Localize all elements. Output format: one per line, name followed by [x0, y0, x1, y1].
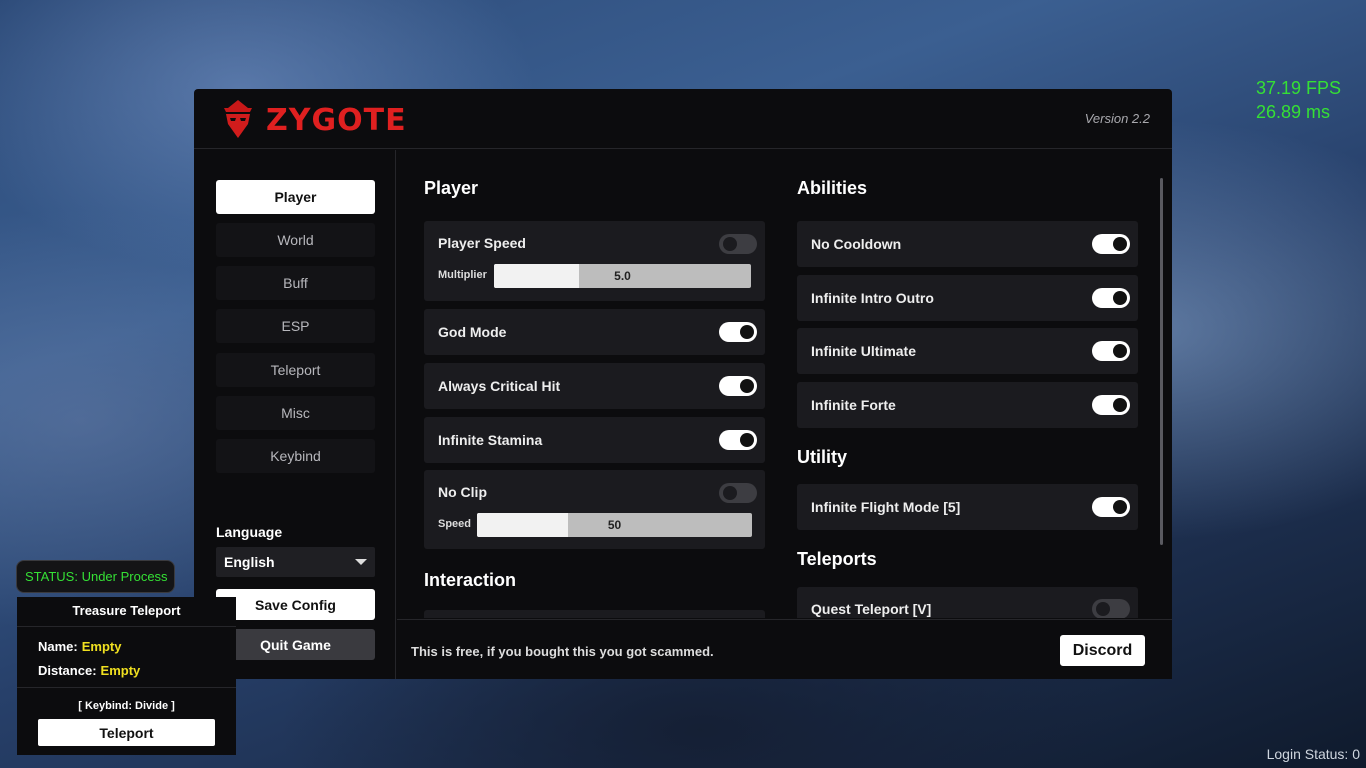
critical-hit-card: Always Critical Hit [424, 363, 765, 409]
interaction-card [424, 610, 765, 618]
player-speed-toggle[interactable] [719, 234, 757, 254]
flight-mode-label: Infinite Flight Mode [5] [811, 499, 961, 515]
infinite-forte-toggle[interactable] [1092, 395, 1130, 415]
quest-teleport-card: Quest Teleport [V] [797, 587, 1138, 618]
language-select[interactable]: English [216, 547, 375, 577]
no-clip-speed-value: 50 [607, 518, 622, 532]
sidebar-item-teleport[interactable]: Teleport [216, 353, 375, 387]
cheat-menu-window: ZYGOTE Version 2.2 Player World Buff ESP… [194, 89, 1172, 679]
player-speed-label: Player Speed [438, 235, 526, 251]
content-panel: Player Player Speed Multiplier 5.0 God M… [397, 150, 1172, 618]
latency-readout: 26.89 ms [1256, 102, 1331, 122]
utility-section-title: Utility [797, 447, 848, 467]
caret-down-icon [355, 559, 367, 565]
multiplier-label: Multiplier [438, 269, 487, 281]
no-clip-speed-label: Speed [438, 518, 472, 530]
intro-outro-label: Infinite Intro Outro [811, 290, 934, 306]
no-clip-toggle[interactable] [719, 483, 757, 503]
infinite-ultimate-label: Infinite Ultimate [811, 343, 917, 359]
language-label: Language [216, 524, 283, 540]
brand-logo: ZYGOTE [218, 98, 407, 142]
no-clip-label: No Clip [438, 484, 487, 500]
treasure-teleport-panel: Treasure Teleport Name: Empty Distance: Em… [17, 597, 236, 755]
performance-overlay: 37.19 FPS 26.89 ms [1256, 76, 1341, 124]
infinite-stamina-toggle[interactable] [719, 430, 757, 450]
teleport-button[interactable]: Teleport [38, 719, 215, 746]
sidebar-item-esp[interactable]: ESP [216, 309, 375, 343]
flight-mode-card: Infinite Flight Mode [5] [797, 484, 1138, 530]
no-cooldown-label: No Cooldown [811, 236, 902, 252]
version-label: Version 2.2 [1084, 111, 1150, 126]
infinite-forte-label: Infinite Forte [811, 397, 896, 413]
flight-mode-toggle[interactable] [1092, 497, 1130, 517]
god-mode-label: God Mode [438, 324, 507, 340]
fps-readout: 37.19 FPS [1256, 78, 1342, 98]
no-cooldown-card: No Cooldown [797, 221, 1138, 267]
sidebar-item-keybind[interactable]: Keybind [216, 439, 375, 473]
window-footer: This is free, if you bought this you got… [397, 619, 1172, 679]
treasure-name-value: Empty [81, 639, 122, 654]
content-scrollbar[interactable] [1160, 178, 1163, 545]
teleports-section-title: Teleports [797, 549, 877, 569]
quest-teleport-label: Quest Teleport [V] [811, 601, 932, 617]
treasure-name-label: Name: [38, 639, 78, 654]
god-mode-toggle[interactable] [719, 322, 757, 342]
intro-outro-toggle[interactable] [1092, 288, 1130, 308]
infinite-stamina-card: Infinite Stamina [424, 417, 765, 463]
sidebar-item-buff[interactable]: Buff [216, 266, 375, 300]
player-section-title: Player [424, 178, 479, 198]
treasure-distance-value: Empty [100, 663, 141, 678]
scam-notice: This is free, if you bought this you got… [411, 644, 714, 659]
critical-hit-label: Always Critical Hit [438, 378, 561, 394]
no-cooldown-toggle[interactable] [1092, 234, 1130, 254]
abilities-section-title: Abilities [797, 178, 868, 198]
quit-game-button[interactable]: Quit Game [216, 629, 375, 660]
login-status: Login Status: 0 [1266, 746, 1360, 762]
multiplier-value: 5.0 [614, 269, 631, 283]
treasure-distance-row: Distance: Empty [38, 663, 140, 678]
sidebar-item-player[interactable]: Player [216, 180, 375, 214]
infinite-ultimate-toggle[interactable] [1092, 341, 1130, 361]
quest-teleport-toggle[interactable] [1092, 599, 1130, 618]
critical-hit-toggle[interactable] [719, 376, 757, 396]
discord-button[interactable]: Discord [1060, 635, 1145, 666]
intro-outro-card: Infinite Intro Outro [797, 275, 1138, 321]
status-badge: STATUS: Under Process [16, 560, 175, 593]
infinite-stamina-label: Infinite Stamina [438, 432, 543, 448]
window-header: ZYGOTE Version 2.2 [194, 89, 1172, 149]
infinite-forte-card: Infinite Forte [797, 382, 1138, 428]
treasure-name-row: Name: Empty [38, 639, 121, 654]
no-clip-card: No Clip Speed 50 [424, 470, 765, 549]
language-value: English [224, 554, 275, 570]
treasure-panel-title: Treasure Teleport [17, 597, 236, 627]
sidebar-item-misc[interactable]: Misc [216, 396, 375, 430]
no-clip-speed-slider[interactable]: 50 [477, 513, 752, 537]
treasure-distance-label: Distance: [38, 663, 97, 678]
brand-name: ZYGOTE [266, 102, 407, 138]
sidebar-item-world[interactable]: World [216, 223, 375, 257]
player-speed-card: Player Speed Multiplier 5.0 [424, 221, 765, 301]
hooded-figure-icon [224, 100, 252, 138]
save-config-button[interactable]: Save Config [216, 589, 375, 620]
god-mode-card: God Mode [424, 309, 765, 355]
multiplier-slider[interactable]: 5.0 [494, 264, 751, 288]
infinite-ultimate-card: Infinite Ultimate [797, 328, 1138, 374]
treasure-keybind-hint: [ Keybind: Divide ] [17, 687, 236, 715]
interaction-section-title: Interaction [424, 570, 517, 590]
